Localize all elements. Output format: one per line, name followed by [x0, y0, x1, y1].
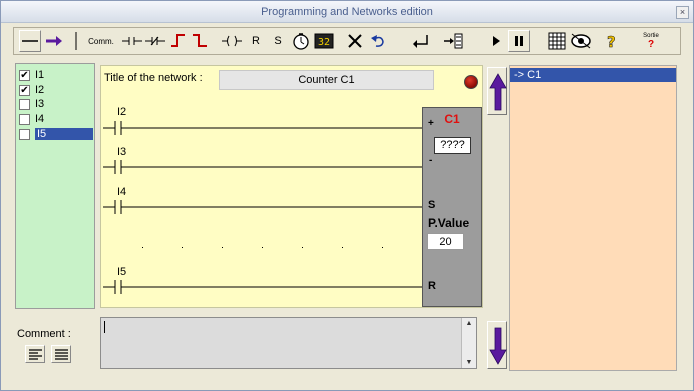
insert-network-icon — [444, 33, 463, 49]
networks-list: -> C1 — [509, 65, 677, 371]
arrow-tool-button[interactable] — [43, 30, 65, 52]
down-arrow-icon — [489, 327, 507, 365]
set-coil-tool-button[interactable]: S — [267, 30, 289, 52]
counter-block[interactable]: C1 + ???? - S P.Value 20 R — [422, 107, 482, 307]
coil-tool-button[interactable] — [221, 30, 243, 52]
preset-value-field[interactable]: 20 — [427, 233, 464, 250]
comment-textarea[interactable]: ▲ ▼ — [100, 317, 477, 369]
align-left-button[interactable] — [25, 345, 45, 363]
next-network-button[interactable] — [487, 321, 507, 369]
input-checkbox[interactable]: ✔ — [19, 84, 30, 96]
input-label: I5 — [35, 128, 93, 140]
programming-window: Programming and Networks edition × Comm.… — [0, 0, 694, 391]
counter-set-pin: S — [428, 199, 436, 211]
input-checkbox[interactable] — [19, 98, 30, 110]
comment-label: Comment : — [17, 328, 71, 340]
align-left-icon — [29, 349, 42, 360]
preset-value-label: P.Value — [428, 216, 470, 230]
vline-tool-button[interactable] — [65, 30, 87, 52]
reset-coil-tool-button[interactable]: R — [245, 30, 267, 52]
svg-text:32: 32 — [318, 37, 330, 48]
grid-icon — [548, 32, 566, 50]
counter-decrement-pin: - — [429, 155, 433, 166]
undo-tool-button[interactable] — [367, 30, 389, 52]
vertical-line-icon — [75, 32, 77, 50]
input-checkbox[interactable] — [19, 128, 30, 140]
purple-arrow-icon — [46, 36, 62, 46]
help-question-icon: ? — [607, 33, 616, 51]
scroll-up-arrow-icon[interactable]: ▲ — [462, 320, 476, 327]
counter-tool-button[interactable]: 32 — [313, 30, 335, 52]
input-item-i4[interactable]: I4 — [19, 112, 93, 126]
network-list-item[interactable]: -> C1 — [510, 68, 676, 82]
horizontal-line-icon — [22, 40, 38, 42]
svg-text:?: ? — [607, 33, 616, 51]
grid-dots — [142, 247, 383, 248]
run-tool-button[interactable] — [485, 30, 507, 52]
input-label: I3 — [35, 98, 45, 110]
grid-tool-button[interactable] — [546, 30, 568, 52]
up-arrow-icon — [489, 73, 507, 111]
inputs-list: ✔ I1 ✔ I2 I3 I4 I5 — [15, 63, 95, 309]
input-item-i2[interactable]: ✔ I2 — [19, 83, 93, 97]
input-label: I1 — [35, 69, 45, 81]
text-caret — [104, 321, 105, 333]
input-checkbox[interactable]: ✔ — [19, 69, 30, 81]
align-justify-icon — [55, 349, 68, 360]
timer-clock-icon — [293, 33, 309, 50]
counter-reset-pin: R — [428, 280, 436, 292]
input-item-i3[interactable]: I3 — [19, 97, 93, 111]
delete-tool-button[interactable] — [344, 30, 366, 52]
help-tool-button[interactable]: ? — [601, 30, 623, 52]
input-item-i5[interactable]: I5 — [19, 127, 93, 141]
input-label: I4 — [35, 113, 45, 125]
toolbar: Comm. R S 32 ? Sortie ? — [13, 27, 681, 55]
contact-label-i2[interactable]: I2 — [117, 106, 126, 118]
enter-tool-button[interactable] — [411, 30, 433, 52]
falling-edge-icon — [193, 34, 207, 47]
comment-scrollbar[interactable]: ▲ ▼ — [461, 318, 476, 368]
no-contact-tool-button[interactable] — [121, 30, 143, 52]
delete-x-icon — [348, 34, 362, 48]
counter-display-icon: 32 — [314, 33, 334, 49]
enter-return-icon — [413, 35, 428, 48]
normally-open-contact-icon — [122, 37, 142, 45]
rising-edge-tool-button[interactable] — [167, 30, 189, 52]
input-label: I2 — [35, 84, 45, 96]
input-checkbox[interactable] — [19, 113, 30, 125]
view-tool-button[interactable] — [570, 30, 592, 52]
comment-tool-button[interactable]: Comm. — [88, 30, 114, 52]
exit-question-icon: ? — [647, 38, 655, 50]
insert-network-tool-button[interactable] — [442, 30, 464, 52]
hline-tool-button[interactable] — [19, 30, 41, 52]
play-icon — [493, 36, 500, 46]
previous-network-button[interactable] — [487, 67, 507, 115]
nc-contact-tool-button[interactable] — [144, 30, 166, 52]
normally-closed-contact-icon — [145, 36, 165, 46]
align-justify-button[interactable] — [51, 345, 71, 363]
window-title: Programming and Networks edition — [261, 6, 433, 18]
counter-increment-pin: + — [428, 118, 434, 129]
contact-label-i4[interactable]: I4 — [117, 186, 126, 198]
timer-tool-button[interactable] — [290, 30, 312, 52]
title-bar: Programming and Networks edition × — [1, 1, 693, 23]
input-item-i1[interactable]: ✔ I1 — [19, 68, 93, 82]
undo-icon — [371, 35, 384, 47]
counter-current-value: ???? — [434, 137, 471, 154]
rising-edge-icon — [171, 34, 185, 47]
scroll-down-arrow-icon[interactable]: ▼ — [462, 359, 476, 366]
exit-tool-button[interactable]: Sortie ? — [638, 30, 664, 52]
pause-tool-button[interactable] — [508, 30, 530, 52]
contact-label-i5[interactable]: I5 — [117, 266, 126, 278]
eye-view-icon — [571, 33, 591, 49]
ladder-network-editor[interactable]: Title of the network : Counter C1 I2 I3 … — [100, 65, 483, 308]
pause-icon — [515, 36, 523, 46]
contact-label-i3[interactable]: I3 — [117, 146, 126, 158]
close-button[interactable]: × — [676, 6, 689, 19]
falling-edge-tool-button[interactable] — [189, 30, 211, 52]
coil-icon — [222, 35, 242, 47]
